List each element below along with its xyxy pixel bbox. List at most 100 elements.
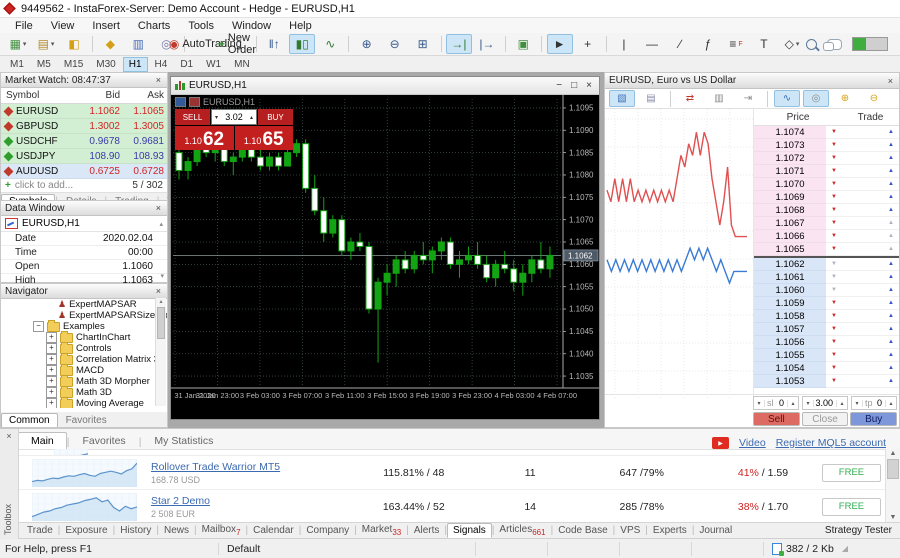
chart-area[interactable]: 31 Jan 202031 Jan 23:003 Feb 03:003 Feb … — [171, 95, 599, 419]
ladder-price-cell[interactable]: 1.1054 — [754, 362, 826, 375]
toolbox-vertical-label[interactable]: Toolbox — [3, 504, 13, 535]
ladder-trade-cell[interactable] — [842, 204, 883, 217]
scroll-down-icon[interactable]: ▼ — [890, 514, 897, 521]
sell-arrow-icon[interactable]: ▼ — [826, 139, 842, 152]
bottom-tab-articles[interactable]: Articles661 — [494, 523, 550, 538]
expand-icon[interactable]: + — [46, 332, 57, 343]
ladder-row[interactable]: 1.1068▼▲ — [754, 204, 899, 217]
chat-icon[interactable] — [827, 39, 842, 50]
menu-insert[interactable]: Insert — [83, 20, 129, 32]
close-icon[interactable]: × — [154, 286, 163, 296]
menu-help[interactable]: Help — [280, 20, 321, 32]
free-button[interactable]: FREE — [822, 464, 880, 482]
sell-arrow-icon[interactable]: ▼ — [826, 230, 842, 243]
collapse-icon[interactable]: − — [33, 321, 44, 332]
timeframe-m15[interactable]: M15 — [58, 57, 89, 72]
ladder-row[interactable]: 1.1074▼▲ — [754, 126, 899, 139]
menu-window[interactable]: Window — [223, 20, 280, 32]
sell-button[interactable]: Sell — [753, 412, 800, 426]
dom-view-button[interactable]: ▥ — [706, 90, 732, 107]
dom-chart-mode-button[interactable]: ▧ — [609, 90, 635, 107]
ladder-price-cell[interactable]: 1.1070 — [754, 178, 826, 191]
ladder-trade-cell[interactable] — [842, 310, 883, 323]
expand-icon[interactable]: + — [46, 398, 57, 408]
dom-orders-button[interactable]: ▤ — [638, 90, 664, 107]
ladder-price-cell[interactable]: 1.1072 — [754, 152, 826, 165]
tab-favorites[interactable]: Favorites — [58, 413, 115, 427]
buy-button[interactable]: BUY — [258, 109, 293, 125]
column-ask[interactable]: Ask — [120, 90, 167, 101]
timeframe-m1[interactable]: M1 — [4, 57, 30, 72]
buy-arrow-icon[interactable]: ▲ — [883, 126, 899, 139]
text-label-button[interactable]: T — [751, 34, 777, 54]
signal-name-link[interactable]: Star 2 Demo — [151, 495, 341, 507]
buy-arrow-icon[interactable]: ▲ — [883, 323, 899, 336]
chart-shift-button[interactable]: |→ — [474, 34, 500, 54]
navigator-item[interactable]: −Examples — [1, 321, 167, 332]
metaeditor-button[interactable]: ◧ — [61, 34, 87, 54]
scroll-down-icon[interactable]: ▾ — [160, 272, 164, 280]
ladder-trade-cell[interactable] — [842, 336, 883, 349]
ladder-price-cell[interactable]: 1.1055 — [754, 349, 826, 362]
sell-arrow-icon[interactable]: ▼ — [826, 217, 842, 230]
vertical-line-button[interactable]: | — [611, 34, 637, 54]
trendline-button[interactable]: ∕ — [667, 34, 693, 54]
ladder-trade-cell[interactable] — [842, 152, 883, 165]
sl-value[interactable]: 0 — [774, 398, 788, 408]
navigator-scrollbar[interactable]: ▴ — [155, 298, 166, 406]
auto-scroll-button[interactable]: →| — [446, 34, 472, 54]
close-button[interactable]: Close — [802, 412, 849, 426]
buy-arrow-icon[interactable]: ▲ — [883, 204, 899, 217]
buy-arrow-icon[interactable]: ▲ — [883, 258, 899, 271]
ladder-trade-cell[interactable] — [842, 178, 883, 191]
ladder-row[interactable]: 1.1057▼▲ — [754, 323, 899, 336]
ladder-row[interactable]: 1.1072▼▲ — [754, 152, 899, 165]
increase-icon[interactable]: ▴ — [836, 400, 847, 407]
sell-arrow-icon[interactable]: ▼ — [826, 336, 842, 349]
navigator-item[interactable]: +MACD — [1, 365, 167, 376]
bottom-tab-mailbox[interactable]: Mailbox7 — [197, 523, 246, 538]
sell-arrow-icon[interactable]: ▼ — [826, 310, 842, 323]
navigator-item[interactable]: +Controls — [1, 343, 167, 354]
ladder-price-cell[interactable]: 1.1053 — [754, 375, 826, 388]
menu-tools[interactable]: Tools — [179, 20, 223, 32]
bottom-tab-alerts[interactable]: Alerts — [409, 524, 445, 537]
volume-increase-icon[interactable]: ▴ — [247, 114, 256, 121]
sell-arrow-icon[interactable]: ▼ — [826, 297, 842, 310]
close-icon[interactable]: × — [154, 75, 163, 85]
expand-icon[interactable]: + — [46, 354, 57, 365]
dom-refresh-button[interactable]: ⇄ — [677, 90, 703, 107]
sell-arrow-icon[interactable]: ▼ — [826, 323, 842, 336]
buy-arrow-icon[interactable]: ▲ — [883, 139, 899, 152]
timeframe-h1[interactable]: H1 — [123, 57, 148, 72]
close-icon[interactable]: × — [586, 80, 592, 91]
horizontal-line-button[interactable]: — — [639, 34, 665, 54]
ladder-row[interactable]: 1.1055▼▲ — [754, 349, 899, 362]
navigator-item[interactable]: +Moving Average — [1, 398, 167, 408]
sell-arrow-icon[interactable]: ▼ — [826, 152, 842, 165]
ladder-trade-cell[interactable] — [842, 139, 883, 152]
fibonacci-button[interactable]: ƒ — [695, 34, 721, 54]
ladder-row[interactable]: 1.1069▼▲ — [754, 191, 899, 204]
timeframe-d1[interactable]: D1 — [174, 57, 199, 72]
timeframe-m30[interactable]: M30 — [90, 57, 121, 72]
free-button[interactable]: FREE — [822, 498, 880, 516]
close-icon[interactable]: × — [154, 203, 163, 213]
new-order-button[interactable]: +New Order — [223, 34, 251, 54]
ladder-row[interactable]: 1.1059▼▲ — [754, 297, 899, 310]
market-watch-add-row[interactable]: + click to add... 5 / 302 — [1, 179, 167, 193]
ladder-trade-cell[interactable] — [842, 349, 883, 362]
sell-arrow-icon[interactable]: ▼ — [826, 243, 842, 256]
sell-arrow-icon[interactable]: ▼ — [826, 126, 842, 139]
buy-arrow-icon[interactable]: ▲ — [883, 284, 899, 297]
volume-value[interactable]: 3.00 — [814, 398, 836, 408]
ladder-price-cell[interactable]: 1.1067 — [754, 217, 826, 230]
decrease-icon[interactable]: ▾ — [754, 400, 765, 407]
sell-arrow-icon[interactable]: ▼ — [826, 362, 842, 375]
bottom-tab-history[interactable]: History — [115, 524, 156, 537]
ladder-price-cell[interactable]: 1.1060 — [754, 284, 826, 297]
ladder-row[interactable]: 1.1065▼▲ — [754, 243, 899, 256]
ladder-row[interactable]: 1.1070▼▲ — [754, 178, 899, 191]
buy-arrow-icon[interactable]: ▲ — [883, 310, 899, 323]
buy-arrow-icon[interactable]: ▲ — [883, 375, 899, 388]
